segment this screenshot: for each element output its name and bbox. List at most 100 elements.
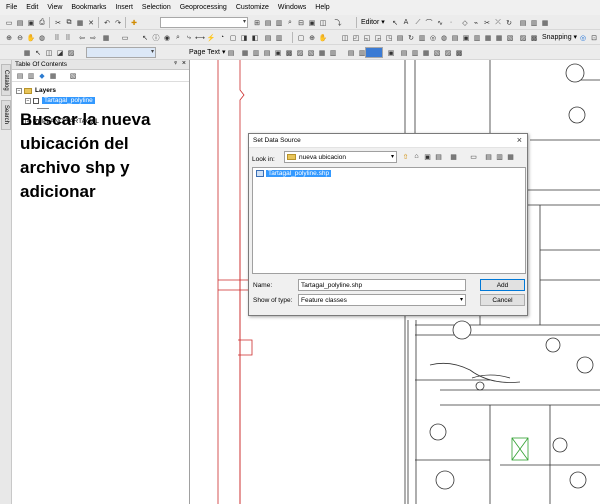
close-icon[interactable]: × <box>182 60 186 67</box>
insert-graph-icon[interactable]: ▦ <box>317 48 327 57</box>
zoom-out-icon[interactable]: ⊖ <box>15 33 25 42</box>
font-color-icon[interactable]: ▥ <box>410 48 420 57</box>
expand-icon[interactable]: − <box>25 97 31 104</box>
map-scale-combo[interactable]: ▾ <box>160 17 248 28</box>
fixed-zoom-out-icon[interactable]: ⠿ <box>63 33 73 42</box>
menu-bookmarks[interactable]: Bookmarks <box>71 4 106 11</box>
zoom-100-icon[interactable]: ◍ <box>439 33 449 42</box>
find-route-icon[interactable]: ⤷ <box>184 33 194 42</box>
layer-visibility-checkbox[interactable] <box>33 97 39 104</box>
search-window-icon[interactable]: ⌕ <box>285 18 295 27</box>
fixed-zoom-in-icon[interactable]: ⠿ <box>52 33 62 42</box>
toc-options-icon[interactable]: ▧ <box>68 71 78 80</box>
insert-scalebar-icon[interactable]: ▤ <box>262 48 272 57</box>
draw-select-icon[interactable]: ↖ <box>33 48 43 57</box>
end-snapping-icon[interactable]: ⊡ <box>589 33 599 42</box>
menu-file[interactable]: File <box>6 4 17 11</box>
data-driven-pages-icon[interactable]: ▦ <box>483 33 493 42</box>
draw-element-icon[interactable]: ▨ <box>66 48 76 57</box>
focus-data-frame-icon[interactable]: ▣ <box>461 33 471 42</box>
editor-toolbar-icon[interactable]: ⊞ <box>252 18 262 27</box>
python-icon[interactable]: ▣ <box>307 18 317 27</box>
ungroup-icon[interactable]: ▨ <box>443 48 453 57</box>
html-popup-icon[interactable]: ◉ <box>162 33 172 42</box>
collapse-icon[interactable]: − <box>16 87 22 94</box>
viewer-icon[interactable]: ◳ <box>384 33 394 42</box>
line-color-icon[interactable]: ▤ <box>399 48 409 57</box>
menu-edit[interactable]: Edit <box>26 4 38 11</box>
save-icon[interactable]: ▣ <box>26 18 36 27</box>
fill-color-icon[interactable]: ▣ <box>386 48 396 57</box>
straight-segment-icon[interactable]: ⟋ <box>413 18 423 27</box>
delete-icon[interactable]: ▦ <box>506 152 515 161</box>
goto-xy-icon[interactable]: ◨ <box>239 33 249 42</box>
search-tab[interactable]: Search <box>1 100 11 130</box>
menu-help[interactable]: Help <box>315 4 329 11</box>
edit-tool-icon[interactable]: ↖ <box>390 18 400 27</box>
identify-icon[interactable]: ⓘ <box>151 33 161 42</box>
file-item[interactable]: Tartagal_polyline.shp <box>256 170 332 177</box>
list-by-selection-icon[interactable]: ▦ <box>48 71 58 80</box>
pin-icon[interactable]: ᵠ <box>174 61 177 67</box>
point-snapping-icon[interactable]: ◎ <box>578 33 588 42</box>
catalog-view-icon[interactable]: ▤ <box>434 152 443 161</box>
print-icon[interactable]: ⎙ <box>37 18 47 27</box>
swipe-icon[interactable]: ◧ <box>250 33 260 42</box>
effects-icon[interactable]: ▤ <box>263 33 273 42</box>
split-icon[interactable]: ⤫ <box>493 18 503 27</box>
new-document-icon[interactable]: ▭ <box>4 18 14 27</box>
rotate-icon[interactable]: ↻ <box>504 18 514 27</box>
disconnect-folder-icon[interactable]: ▥ <box>495 152 504 161</box>
menu-customize[interactable]: Customize <box>236 4 269 11</box>
pan-icon[interactable]: ✋ <box>26 33 36 42</box>
list-by-visibility-icon[interactable]: ◆ <box>37 71 47 80</box>
georef-icon[interactable]: ◫ <box>340 33 350 42</box>
layout-pan-icon[interactable]: ✋ <box>318 33 328 42</box>
help-icon[interactable]: ⤵ <box>333 18 343 27</box>
view-menu-icon[interactable]: ▦ <box>449 152 458 161</box>
layout-option-icon[interactable]: ▨ <box>518 33 528 42</box>
zoom-in-icon[interactable]: ⊕ <box>4 33 14 42</box>
new-folder-icon[interactable]: ▭ <box>469 152 478 161</box>
copy-icon[interactable]: ⧉ <box>64 18 74 27</box>
name-field[interactable]: Tartagal_polyline.shp <box>298 279 466 291</box>
align-left-icon[interactable]: ▤ <box>346 48 356 57</box>
refresh-icon[interactable]: ↻ <box>406 33 416 42</box>
time-slider-icon[interactable]: ◔ <box>217 33 227 42</box>
trace-icon[interactable]: ∿ <box>435 18 445 27</box>
shadow-icon[interactable]: ▦ <box>421 48 431 57</box>
group-icon[interactable]: ▧ <box>432 48 442 57</box>
insert-report-icon[interactable]: ▥ <box>328 48 338 57</box>
close-icon[interactable]: × <box>517 135 522 145</box>
cancel-button[interactable]: Cancel <box>480 294 525 306</box>
select-text-icon[interactable]: ▦ <box>22 48 32 57</box>
undo-icon[interactable]: ↶ <box>102 18 112 27</box>
font-size-combo[interactable]: ▾ <box>86 47 156 58</box>
editor-menu[interactable]: Editor ▾ <box>361 18 385 26</box>
pause-icon[interactable]: ▥ <box>417 33 427 42</box>
measure-icon[interactable]: ⟷ <box>195 33 205 42</box>
menu-view[interactable]: View <box>47 4 62 11</box>
look-in-combo[interactable]: nueva ubicacion ▾ <box>284 151 397 163</box>
arctoolbox-icon[interactable]: ⊟ <box>296 18 306 27</box>
create-features-icon[interactable]: ▦ <box>540 18 550 27</box>
layer-row-tartagal-polyline[interactable]: − Tartagal_polyline <box>25 97 95 104</box>
hyperlink-icon[interactable]: ⚡ <box>206 33 216 42</box>
edit-annotation-icon[interactable]: A <box>401 18 411 27</box>
order-icon[interactable]: ▩ <box>454 48 464 57</box>
up-one-level-icon[interactable]: ⇧ <box>401 152 410 161</box>
open-folder-icon[interactable]: ▤ <box>15 18 25 27</box>
list-by-drawing-order-icon[interactable]: ▤ <box>15 71 25 80</box>
modelbuilder-icon[interactable]: ◫ <box>318 18 328 27</box>
layout-view-icon[interactable]: ▥ <box>274 33 284 42</box>
layout-option-2-icon[interactable]: ▩ <box>529 33 539 42</box>
catalog-tab[interactable]: Catalog <box>1 64 11 96</box>
overview-icon[interactable]: ◱ <box>362 33 372 42</box>
insert-table-icon[interactable]: ▧ <box>306 48 316 57</box>
go-home-icon[interactable]: ⌂ <box>412 152 421 161</box>
insert-title-icon[interactable]: ▣ <box>273 48 283 57</box>
guides-icon[interactable]: ▧ <box>505 33 515 42</box>
add-data-icon[interactable]: ✚ <box>129 18 139 27</box>
insert-north-arrow-icon[interactable]: ▥ <box>251 48 261 57</box>
topology-icon[interactable]: ◰ <box>351 33 361 42</box>
